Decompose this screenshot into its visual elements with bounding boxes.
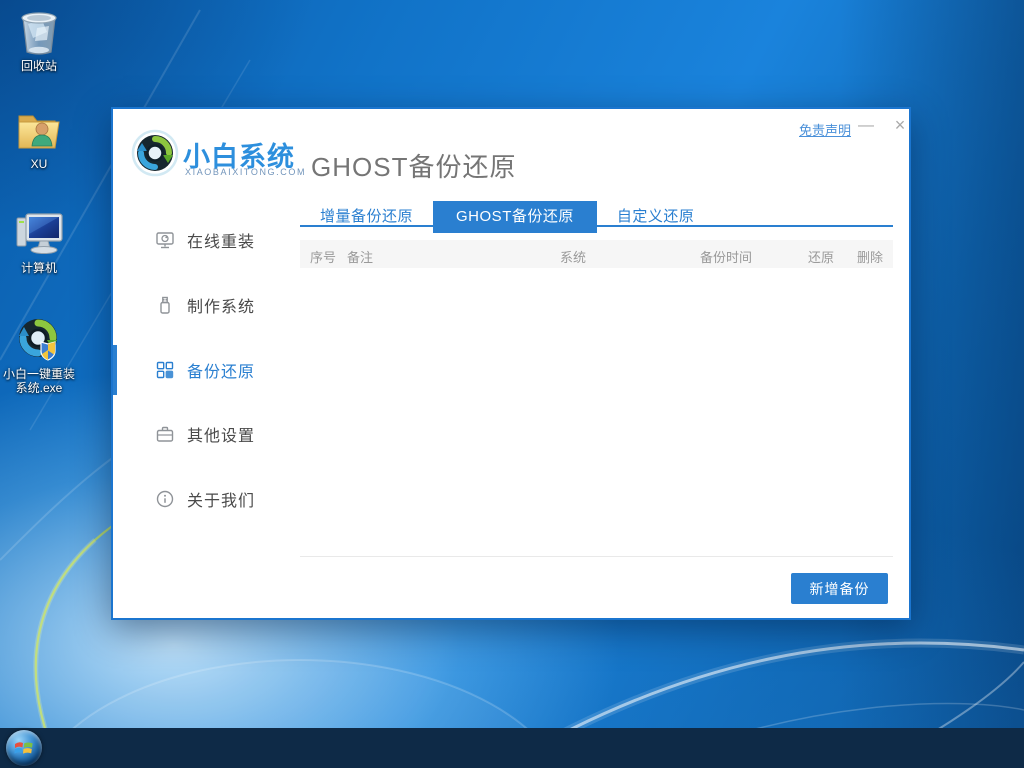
desktop-icon-user-folder[interactable]: XU xyxy=(2,108,76,171)
windows-flag-icon xyxy=(14,739,34,757)
add-backup-button[interactable]: 新增备份 xyxy=(791,573,888,604)
desktop-icon-computer[interactable]: 计算机 xyxy=(2,210,76,275)
sidebar-item-label: 在线重装 xyxy=(187,228,255,252)
column-header-delete: 删除 xyxy=(857,247,883,266)
page-title: GHOST备份还原 xyxy=(311,147,516,184)
column-header-system: 系统 xyxy=(560,247,586,266)
xiaobai-logo-icon xyxy=(131,129,179,177)
sidebar-item-label: 制作系统 xyxy=(187,293,255,317)
sidebar-item-label: 其他设置 xyxy=(187,422,255,446)
app-window: 小白系统 XIAOBAIXITONG.COM GHOST备份还原 免责声明 — … xyxy=(111,107,911,620)
sidebar-item-online-reinstall[interactable]: 在线重装 xyxy=(113,215,300,265)
sidebar-item-about-us[interactable]: 关于我们 xyxy=(113,474,300,524)
sidebar-item-other-settings[interactable]: 其他设置 xyxy=(113,409,300,459)
minimize-button[interactable]: — xyxy=(855,117,877,135)
xiaobai-installer-icon xyxy=(14,314,64,364)
start-button[interactable] xyxy=(6,730,42,766)
desktop-icon-label: 小白一键重装系统.exe xyxy=(2,367,76,395)
sidebar-item-make-system[interactable]: 制作系统 xyxy=(113,280,300,330)
screen: 回收站 XU xyxy=(0,0,1024,768)
sidebar-item-label: 关于我们 xyxy=(187,487,255,511)
column-header-remark: 备注 xyxy=(347,247,373,266)
column-header-backup-time: 备份时间 xyxy=(700,247,752,266)
user-folder-icon xyxy=(15,108,63,154)
other-settings-icon xyxy=(155,424,175,444)
desktop-icon-recycle-bin[interactable]: 回收站 xyxy=(2,8,76,73)
column-header-restore: 还原 xyxy=(808,247,834,266)
desktop-icon-label: 回收站 xyxy=(21,59,57,73)
tab-incremental-backup-restore[interactable]: 增量备份还原 xyxy=(300,201,433,233)
sidebar-item-backup-restore[interactable]: 备份还原 xyxy=(113,345,300,395)
usb-make-system-icon xyxy=(155,295,175,315)
recycle-bin-icon xyxy=(17,8,61,56)
online-reinstall-icon xyxy=(155,230,175,250)
desktop-icon-label: 计算机 xyxy=(21,261,57,275)
close-button[interactable]: × xyxy=(889,115,911,136)
desktop-icon-label: XU xyxy=(31,157,48,171)
table-body-empty xyxy=(300,268,893,548)
footer-divider xyxy=(300,556,893,557)
backup-restore-grid-icon xyxy=(155,360,175,380)
tab-ghost-backup-restore[interactable]: GHOST备份还原 xyxy=(433,201,597,233)
tab-bar: 增量备份还原 GHOST备份还原 自定义还原 xyxy=(300,201,714,233)
table-header-row: 序号 备注 系统 备份时间 还原 删除 xyxy=(300,240,893,268)
desktop-icon-xiaobai-installer[interactable]: 小白一键重装系统.exe xyxy=(2,314,76,395)
disclaimer-link[interactable]: 免责声明 xyxy=(799,120,851,139)
brand-domain: XIAOBAIXITONG.COM xyxy=(185,167,306,177)
column-header-index: 序号 xyxy=(310,247,336,266)
sidebar-item-label: 备份还原 xyxy=(187,358,255,382)
tab-custom-restore[interactable]: 自定义还原 xyxy=(597,201,715,233)
taskbar: e xyxy=(0,728,1024,768)
computer-icon xyxy=(14,210,64,258)
about-us-icon xyxy=(155,489,175,509)
